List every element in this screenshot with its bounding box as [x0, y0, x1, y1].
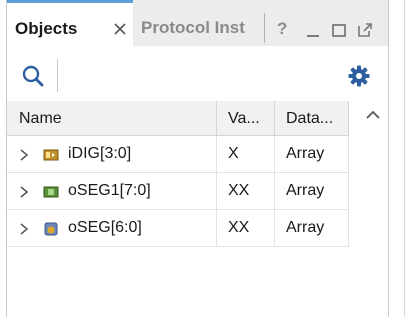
chevron-up-icon[interactable]: [366, 107, 380, 119]
table-row[interactable]: oSEG[6:0] XX Array: [7, 210, 349, 247]
output-array-icon: [43, 221, 59, 237]
tab-protocol-inst[interactable]: Protocol Inst: [141, 18, 245, 38]
row-data-type: Array: [286, 145, 325, 162]
close-icon[interactable]: [113, 22, 127, 36]
cell-divider: [348, 210, 349, 247]
cell-divider: [348, 173, 349, 210]
cell-divider: [216, 210, 217, 247]
row-data-type: Array: [286, 182, 325, 199]
cell-divider: [216, 136, 217, 173]
chevron-right-icon[interactable]: [19, 222, 29, 235]
cell-divider: [274, 136, 275, 173]
tab-objects[interactable]: Objects: [7, 0, 133, 46]
input-array-icon: [43, 147, 59, 163]
chevron-right-icon[interactable]: [19, 148, 29, 161]
float-window-icon[interactable]: [357, 22, 373, 38]
output-array-icon: [43, 184, 59, 200]
toolbar-separator: [57, 59, 58, 92]
adjacent-panel-border: [404, 0, 405, 317]
row-name: oSEG[6:0]: [68, 219, 142, 236]
row-data-type: Array: [286, 219, 325, 236]
column-divider: [348, 101, 349, 136]
vertical-scrollbar[interactable]: [356, 101, 388, 317]
minimize-icon[interactable]: [305, 22, 321, 38]
row-value: XX: [228, 219, 250, 236]
cell-divider: [274, 173, 275, 210]
objects-table: Name Va... Data... iDIG[3:0] X Array oSE…: [7, 101, 388, 317]
row-value: XX: [228, 182, 250, 199]
cell-divider: [216, 173, 217, 210]
gear-icon[interactable]: [347, 64, 371, 88]
cell-divider: [274, 210, 275, 247]
column-header-data-type[interactable]: Data...: [286, 110, 333, 128]
row-name: oSEG1[7:0]: [68, 182, 151, 199]
table-row[interactable]: oSEG1[7:0] XX Array: [7, 173, 349, 210]
toolbar: [7, 46, 388, 101]
table-header: Name Va... Data...: [7, 101, 349, 136]
search-icon[interactable]: [21, 64, 45, 88]
maximize-icon[interactable]: [331, 22, 347, 38]
row-name: iDIG[3:0]: [68, 145, 132, 162]
tab-objects-label: Objects: [15, 19, 78, 38]
tab-separator: [264, 13, 265, 43]
column-divider[interactable]: [216, 101, 217, 136]
chevron-right-icon[interactable]: [19, 185, 29, 198]
cell-divider: [348, 136, 349, 173]
table-row[interactable]: iDIG[3:0] X Array: [7, 136, 349, 173]
column-divider[interactable]: [274, 101, 275, 136]
adjacent-panel: [389, 0, 413, 317]
row-value: X: [228, 145, 239, 162]
column-header-name[interactable]: Name: [19, 110, 62, 128]
column-header-value[interactable]: Va...: [228, 110, 260, 128]
help-button[interactable]: ?: [277, 19, 293, 39]
